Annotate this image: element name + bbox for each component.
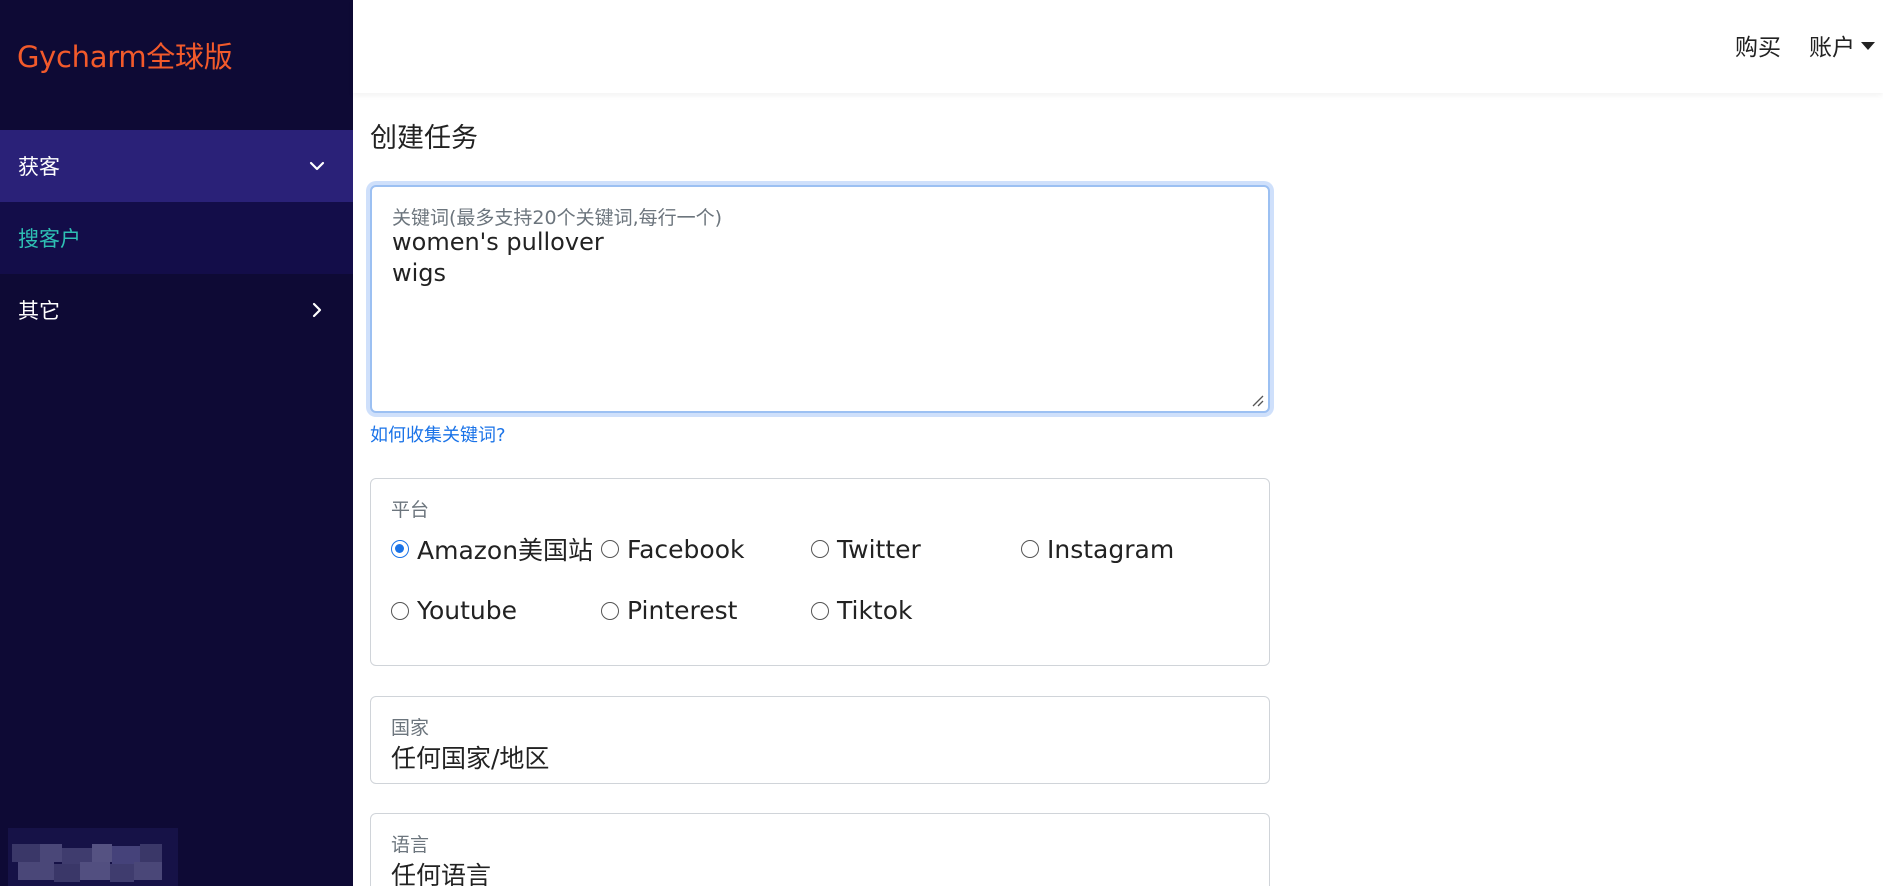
caret-down-icon (1861, 42, 1875, 50)
radio-unselected-icon (811, 540, 829, 558)
platform-radio-group: 平台 Amazon美国站 Facebook Twitter Instagram … (370, 478, 1270, 666)
sidebar-group-label: 获客 (18, 155, 60, 179)
country-label: 国家 (391, 717, 430, 739)
sidebar-item-search-customers[interactable]: 搜客户 (0, 202, 353, 274)
radio-amazon-us[interactable]: Amazon美国站 (391, 531, 601, 567)
radio-label: Twitter (837, 534, 921, 564)
radio-label: Amazon美国站 (417, 536, 594, 565)
sidebar: Gycharm全球版 获客 搜客户 其它 (0, 0, 353, 886)
radio-label: Youtube (417, 596, 517, 625)
radio-instagram[interactable]: Instagram (1021, 531, 1231, 567)
radio-selected-icon (391, 540, 409, 558)
radio-unselected-icon (1021, 540, 1039, 558)
radio-youtube[interactable]: Youtube (391, 596, 601, 625)
chevron-down-icon (309, 161, 325, 171)
radio-unselected-icon (811, 601, 829, 620)
language-label: 语言 (391, 834, 430, 856)
language-select[interactable]: 语言 任何语言 (370, 813, 1270, 886)
radio-tiktok[interactable]: Tiktok (811, 596, 1021, 625)
radio-label: Tiktok (837, 596, 913, 625)
language-value: 任何语言 (391, 861, 492, 886)
how-to-collect-keywords-link[interactable]: 如何收集关键词? (370, 421, 506, 447)
platform-label: 平台 (391, 499, 430, 521)
resize-handle-icon[interactable] (1250, 393, 1264, 407)
sidebar-group-acquire[interactable]: 获客 (0, 130, 353, 202)
page-title: 创建任务 (370, 123, 478, 154)
radio-twitter[interactable]: Twitter (811, 531, 1021, 567)
radio-unselected-icon (601, 601, 619, 620)
platform-row-2: Youtube Pinterest Tiktok (391, 596, 1021, 625)
radio-unselected-icon (601, 540, 619, 558)
buy-link-label: 购买 (1735, 35, 1781, 61)
keywords-label: 关键词(最多支持20个关键词,每行一个) (392, 207, 723, 229)
country-select[interactable]: 国家 任何国家/地区 (370, 696, 1270, 784)
header-links: 购买 账户 (1735, 28, 1875, 62)
radio-facebook[interactable]: Facebook (601, 531, 811, 567)
sidebar-group-label: 其它 (18, 299, 60, 323)
keywords-textarea[interactable]: 关键词(最多支持20个关键词,每行一个) women's pullover wi… (370, 185, 1270, 413)
keywords-value: women's pullover wigs (392, 228, 604, 287)
radio-label: Facebook (627, 534, 745, 564)
buy-link[interactable]: 购买 (1735, 28, 1781, 62)
radio-pinterest[interactable]: Pinterest (601, 596, 811, 625)
radio-unselected-icon (391, 601, 409, 620)
platform-row-1: Amazon美国站 Facebook Twitter Instagram (391, 531, 1231, 567)
brand-logo[interactable]: Gycharm全球版 (17, 34, 233, 76)
account-menu[interactable]: 账户 (1809, 28, 1875, 62)
top-header: 购买 账户 (353, 0, 1883, 93)
chevron-right-icon (312, 302, 322, 318)
sidebar-item-label: 搜客户 (18, 227, 81, 251)
country-value: 任何国家/地区 (391, 744, 550, 773)
sidebar-group-other[interactable]: 其它 (0, 274, 353, 346)
radio-label: Instagram (1047, 534, 1175, 564)
user-info-blurred (8, 828, 178, 886)
account-menu-label: 账户 (1809, 35, 1855, 61)
radio-label: Pinterest (627, 596, 738, 625)
